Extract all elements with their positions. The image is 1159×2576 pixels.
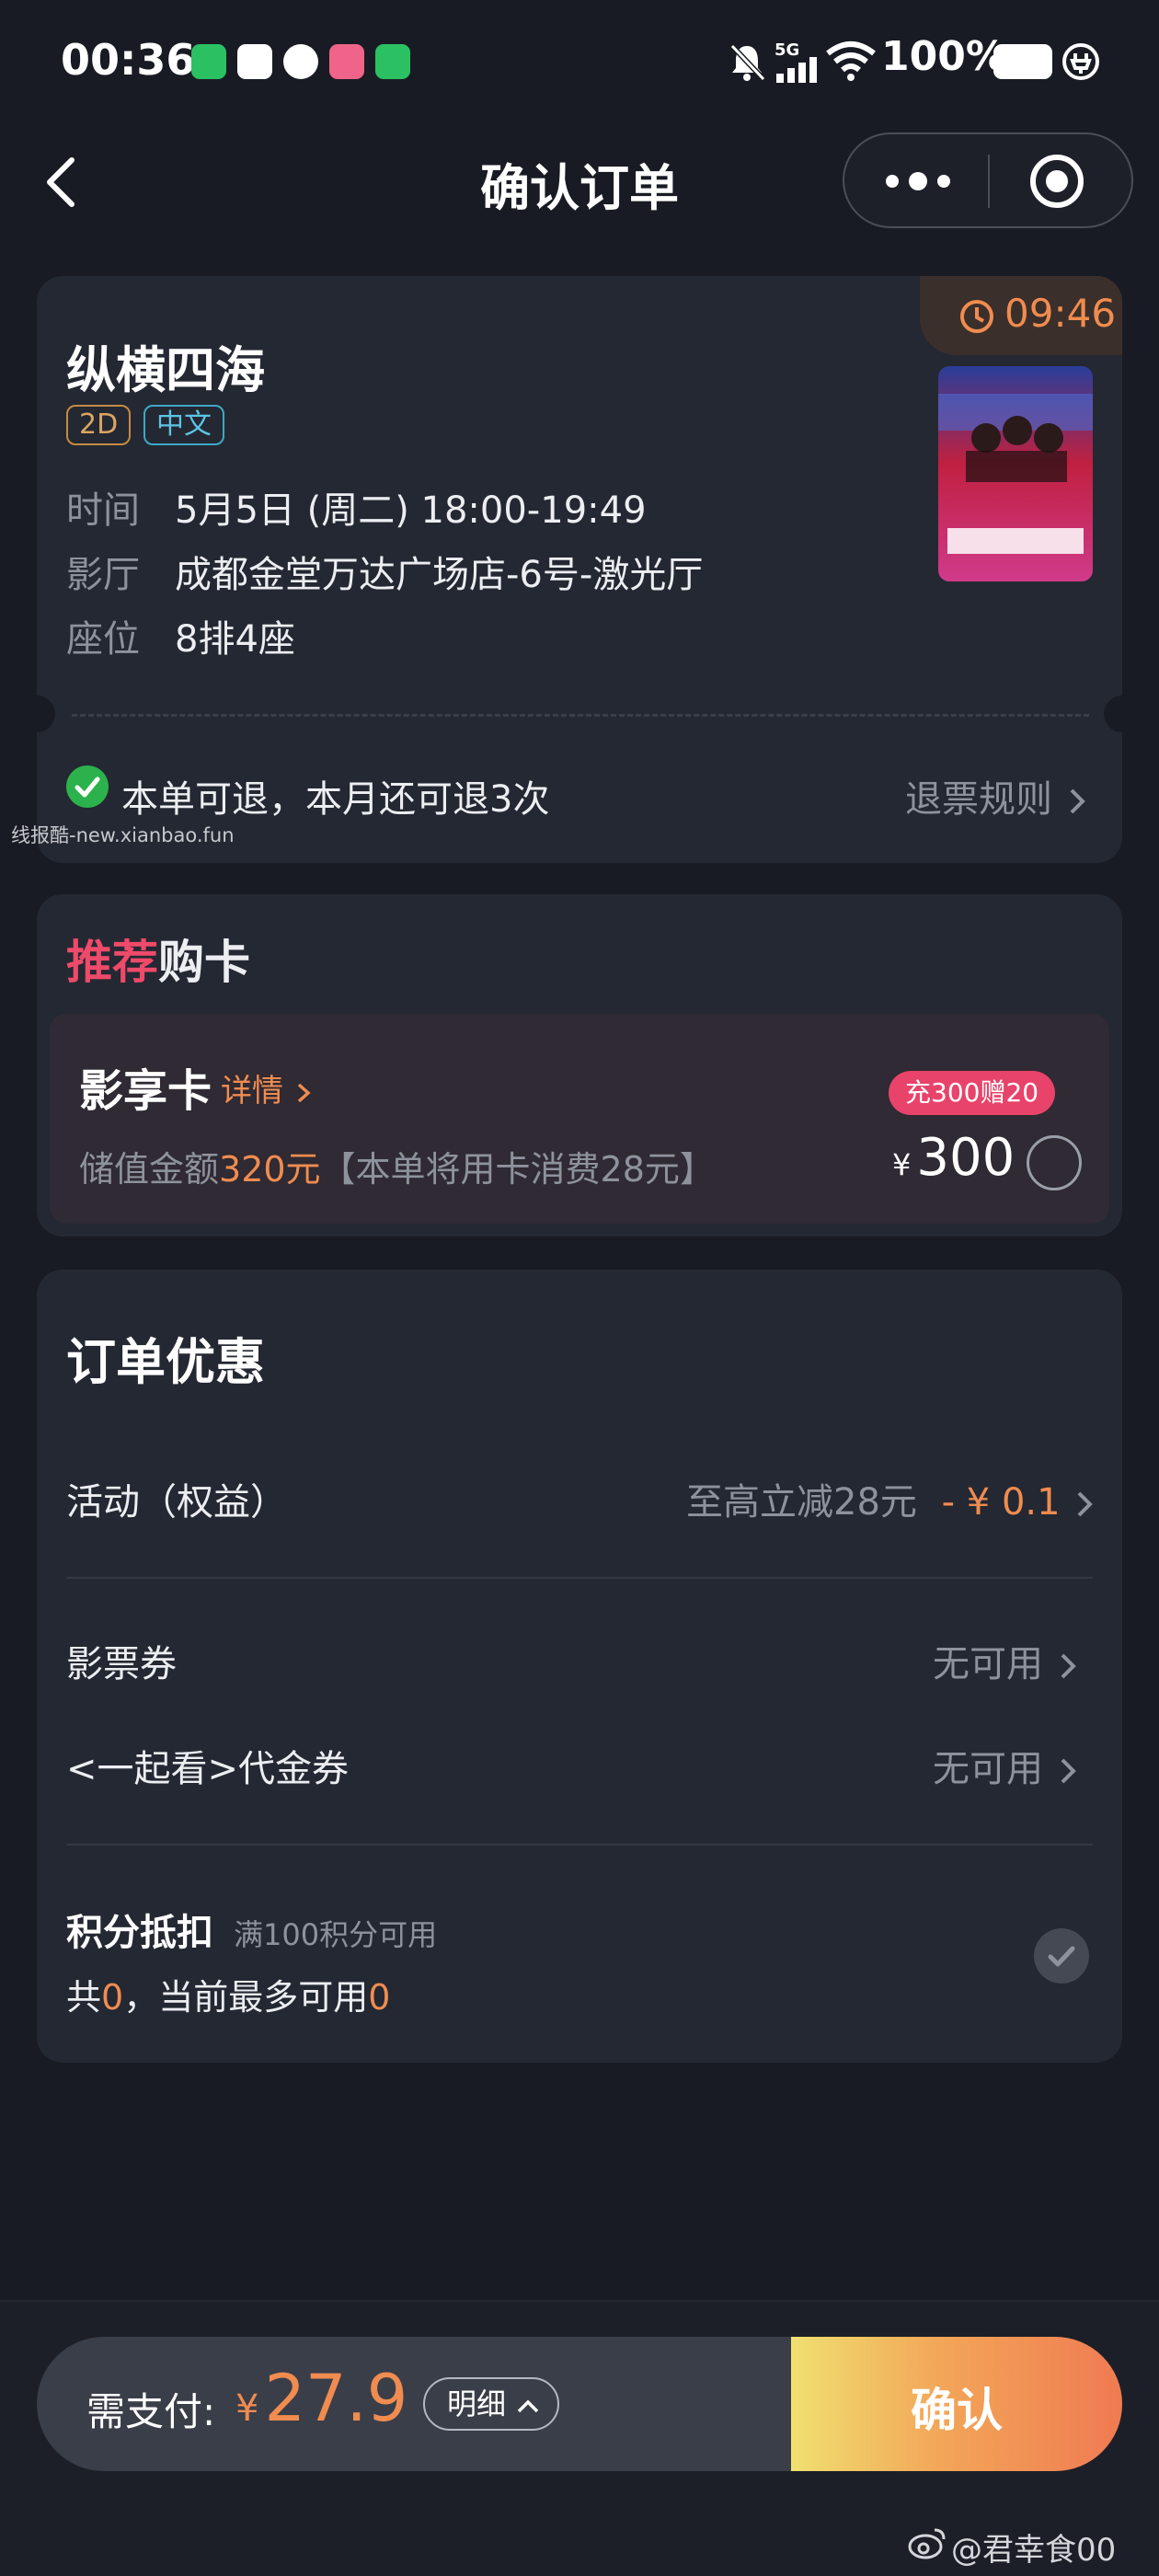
chevron-right-icon bbox=[1061, 1758, 1076, 1784]
recommend-title-highlight: 推荐 bbox=[66, 936, 158, 989]
bilibili-notification-icon bbox=[329, 44, 364, 79]
chevron-right-icon bbox=[1077, 1491, 1094, 1517]
capsule-divider bbox=[988, 155, 990, 208]
points-checkbox[interactable] bbox=[1034, 1928, 1089, 1984]
balance-suffix: 【本单将用卡消费28元】 bbox=[320, 1149, 715, 1190]
checkmark-icon bbox=[1048, 1946, 1075, 1967]
battery-icon bbox=[993, 44, 1052, 79]
points-label: 积分抵扣 bbox=[66, 1912, 213, 1954]
chevron-up-icon bbox=[517, 2399, 539, 2413]
close-miniprogram-icon[interactable] bbox=[1028, 153, 1085, 210]
activity-row-value[interactable]: 至高立减28元 - ¥ 0.1 bbox=[686, 1472, 1097, 1525]
battery-percent: 100% bbox=[881, 33, 1006, 80]
coupon-label: 影票券 bbox=[66, 1643, 177, 1685]
info-label-hall: 影厅 bbox=[66, 554, 140, 596]
member-card-price: ¥300 bbox=[892, 1128, 1015, 1188]
price-value: 300 bbox=[916, 1128, 1016, 1188]
points-summary: 共0，当前最多可用0 bbox=[66, 1969, 390, 2019]
countdown-timer: 09:46 bbox=[1004, 291, 1117, 336]
voucher-value: 无可用 bbox=[933, 1748, 1043, 1790]
status-time: 00:36 bbox=[61, 35, 196, 85]
balance-prefix: 储值金额 bbox=[79, 1149, 220, 1190]
points-total: 0 bbox=[101, 1977, 124, 2018]
promo-badge: 充300赠20 bbox=[889, 1071, 1056, 1115]
message-notification-icon bbox=[375, 44, 410, 79]
check-icon bbox=[66, 765, 109, 808]
author-watermark: @君幸食00 bbox=[951, 2532, 1117, 2569]
recommend-title-rest: 购卡 bbox=[158, 936, 250, 989]
voucher-label: <一起看>代金券 bbox=[66, 1748, 350, 1790]
pay-label: 需支付: bbox=[86, 2389, 216, 2434]
member-card-balance: 储值金额320元【本单将用卡消费28元】 bbox=[79, 1141, 715, 1191]
points-condition: 满100积分可用 bbox=[234, 1917, 438, 1952]
member-card-offer[interactable] bbox=[50, 1014, 1109, 1224]
info-label-seat: 座位 bbox=[66, 618, 140, 661]
status-bar: 00:36 5G 100% bbox=[0, 0, 1159, 129]
activity-discount: - ¥ 0.1 bbox=[941, 1481, 1061, 1524]
row-divider bbox=[66, 1577, 1093, 1579]
activity-label: 活动（权益） bbox=[66, 1481, 287, 1524]
ticket-notch-right bbox=[1104, 696, 1141, 732]
points-total-prefix: 共 bbox=[66, 1977, 102, 2018]
ticket-divider bbox=[72, 714, 1089, 717]
clock-icon bbox=[960, 300, 993, 333]
chevron-right-icon bbox=[297, 1083, 311, 1102]
ticket-notch-left bbox=[18, 696, 55, 732]
format-tag: 2D bbox=[66, 405, 132, 445]
miniprogram-capsule bbox=[843, 132, 1133, 228]
weibo-icon bbox=[908, 2528, 946, 2559]
voucher-row-value[interactable]: 无可用 bbox=[933, 1739, 1081, 1792]
more-icon[interactable] bbox=[883, 167, 953, 195]
row-divider bbox=[66, 1844, 1093, 1846]
member-card-name: 影享卡 bbox=[79, 1065, 212, 1117]
qq-notification-icon bbox=[283, 44, 318, 79]
mute-icon bbox=[729, 43, 766, 82]
pay-amount: ¥27.9 bbox=[235, 2361, 407, 2436]
confirm-label: 确认 bbox=[911, 2384, 1003, 2437]
watermark: 线报酷-new.xianbao.fun bbox=[11, 824, 235, 846]
member-card-radio[interactable] bbox=[1027, 1135, 1082, 1190]
charging-icon bbox=[1062, 43, 1099, 80]
info-label-time: 时间 bbox=[66, 489, 140, 532]
discount-title: 订单优惠 bbox=[66, 1333, 265, 1391]
activity-hint: 至高立减28元 bbox=[686, 1481, 917, 1524]
chevron-right-icon bbox=[1070, 788, 1085, 814]
coupon-row-value[interactable]: 无可用 bbox=[933, 1634, 1081, 1687]
info-value-hall: 成都金堂万达广场店-6号-激光厅 bbox=[175, 554, 704, 596]
balance-amount: 320元 bbox=[219, 1149, 321, 1190]
signal-icon bbox=[776, 57, 817, 83]
price-currency: ¥ bbox=[892, 1147, 912, 1182]
alipay-notification-icon bbox=[237, 44, 272, 79]
wechat-notification-icon bbox=[191, 44, 226, 79]
detail-label: 明细 bbox=[447, 2386, 507, 2421]
points-max: 0 bbox=[368, 1977, 391, 2018]
recommend-title: 推荐购卡 bbox=[66, 926, 250, 992]
wifi-icon bbox=[826, 41, 876, 81]
pay-value: 27.9 bbox=[264, 2361, 408, 2436]
refund-rule-link[interactable]: 退票规则 bbox=[905, 769, 1090, 822]
member-card-detail-link[interactable]: 详情 bbox=[221, 1065, 314, 1110]
coupon-value: 无可用 bbox=[933, 1643, 1043, 1685]
chevron-right-icon bbox=[1061, 1653, 1076, 1679]
info-value-time: 5月5日 (周二) 18:00-19:49 bbox=[175, 489, 647, 532]
points-mid: ，当前最多可用 bbox=[123, 1977, 369, 2018]
pay-currency: ¥ bbox=[235, 2387, 259, 2430]
detail-button[interactable]: 明细 bbox=[423, 2377, 559, 2431]
refund-status: 本单可退，本月还可退3次 bbox=[121, 778, 550, 821]
info-value-seat: 8排4座 bbox=[175, 618, 295, 661]
movie-title: 纵横四海 bbox=[66, 341, 265, 399]
language-tag: 中文 bbox=[143, 405, 224, 445]
member-card-detail-label: 详情 bbox=[221, 1073, 283, 1110]
movie-poster bbox=[938, 366, 1093, 581]
refund-rule-label: 退票规则 bbox=[905, 778, 1052, 821]
